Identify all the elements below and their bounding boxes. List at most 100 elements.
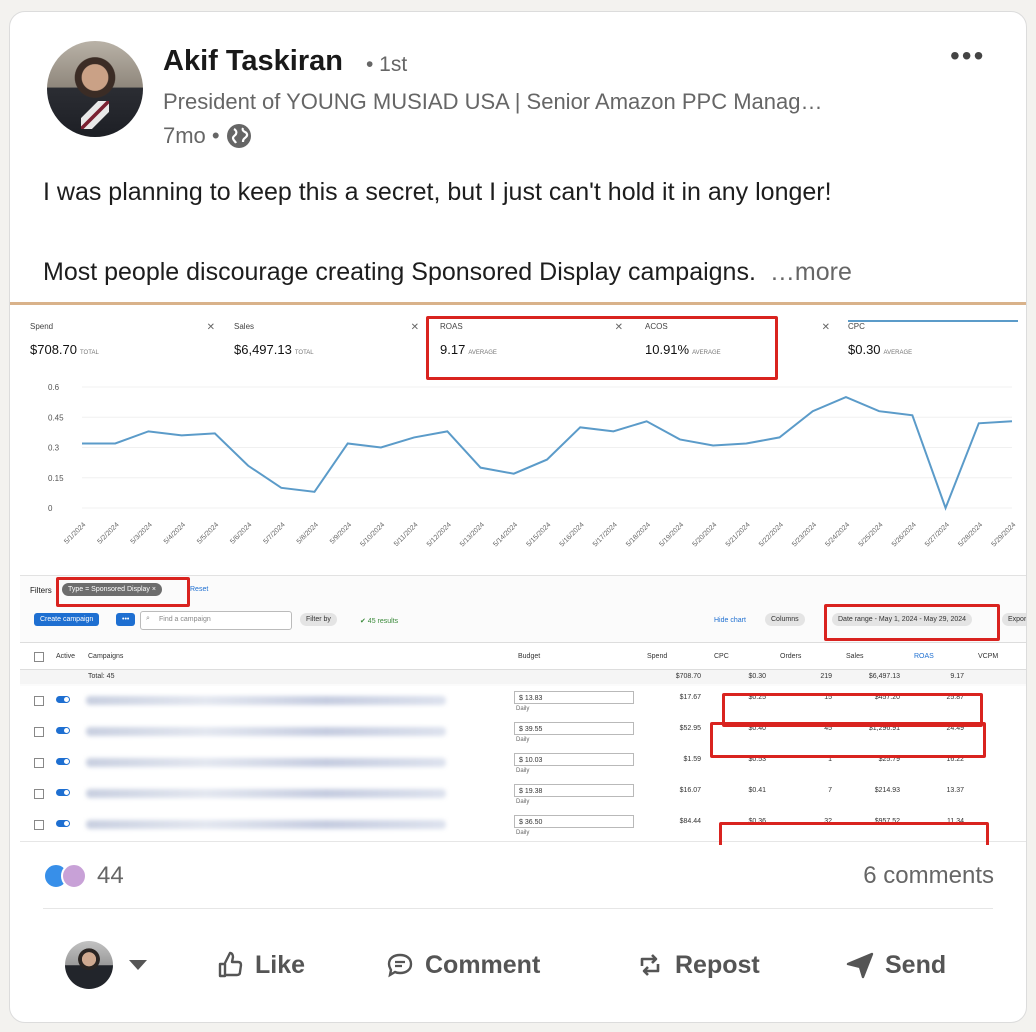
create-campaign-button[interactable]: Create campaign	[34, 613, 100, 626]
budget-input[interactable]: $ 39.55	[514, 722, 634, 735]
select-all-checkbox[interactable]	[34, 652, 44, 662]
metric-spend: Spend ✕ $708.70 TOTAL	[30, 322, 215, 366]
column-header[interactable]: VCPM	[978, 653, 998, 660]
reactions-summary[interactable]: 44	[43, 862, 124, 890]
x-tick-label: 5/24/2024	[824, 521, 851, 548]
more-actions-button[interactable]: •••	[116, 613, 136, 626]
author-headline: President of YOUNG MUSIAD USA | Senior A…	[163, 89, 823, 114]
budget-period: Daily	[516, 706, 530, 712]
budget-input[interactable]: $ 36.50	[514, 815, 634, 828]
support-reaction-icon	[61, 863, 87, 889]
active-toggle[interactable]	[56, 820, 70, 827]
x-tick-label: 5/22/2024	[758, 521, 785, 548]
metric-label: Spend	[30, 322, 54, 331]
y-tick-label: 0.45	[48, 413, 64, 422]
row-checkbox[interactable]	[34, 758, 44, 768]
column-header[interactable]: Sales	[846, 653, 864, 660]
reset-link[interactable]: Reset	[190, 586, 208, 593]
y-tick-label: 0.6	[48, 383, 60, 392]
repost-button[interactable]: Repost	[635, 937, 760, 993]
comments-count[interactable]: 6 comments	[863, 862, 994, 890]
filter-by-button[interactable]: Filter by	[300, 613, 337, 626]
post-meta: 7mo •	[163, 123, 252, 149]
column-header[interactable]: Active	[56, 653, 75, 660]
column-header[interactable]: Campaigns	[88, 653, 123, 660]
total-spend: $708.70	[675, 673, 701, 680]
active-toggle[interactable]	[56, 696, 70, 703]
x-tick-label: 5/1/2024	[63, 521, 87, 545]
search-input[interactable]: ⌕ Find a campaign	[140, 611, 292, 630]
post-line-1: I was planning to keep this a secret, bu…	[43, 178, 832, 206]
comment-button[interactable]: Comment	[385, 937, 540, 993]
column-header[interactable]: Orders	[780, 653, 801, 660]
x-tick-label: 5/15/2024	[525, 521, 552, 548]
x-tick-label: 5/14/2024	[492, 521, 519, 548]
post-image[interactable]: Spend ✕ $708.70 TOTAL Sales ✕ $6,497.13 TO…	[10, 302, 1026, 845]
x-tick-label: 5/13/2024	[459, 521, 486, 548]
repost-label: Repost	[675, 950, 760, 979]
highlight-box	[426, 316, 778, 380]
budget-input[interactable]: $ 10.03	[514, 753, 634, 766]
close-icon: ✕	[410, 322, 419, 333]
export-button[interactable]: Export	[1002, 613, 1026, 626]
close-icon: ✕	[821, 322, 830, 333]
row-checkbox[interactable]	[34, 789, 44, 799]
active-toggle[interactable]	[56, 789, 70, 796]
campaign-name-blurred[interactable]	[86, 727, 446, 736]
columns-button[interactable]: Columns	[765, 613, 805, 626]
like-button[interactable]: Like	[215, 937, 305, 993]
campaign-name-blurred[interactable]	[86, 789, 446, 798]
budget-period: Daily	[516, 737, 530, 743]
metric-type: AVERAGE	[883, 350, 913, 356]
connection-degree: • 1st	[366, 53, 408, 76]
y-tick-label: 0.3	[48, 444, 60, 453]
x-tick-label: 5/23/2024	[791, 521, 818, 548]
x-tick-label: 5/28/2024	[957, 521, 984, 548]
row-spend: $84.44	[679, 818, 701, 825]
budget-input[interactable]: $ 13.83	[514, 691, 634, 704]
table-row[interactable]: $ 19.38 Daily $16.07 $0.41 7 $214.93 13.37	[20, 779, 1026, 811]
active-toggle[interactable]	[56, 727, 70, 734]
x-tick-label: 5/26/2024	[891, 521, 918, 548]
x-tick-label: 5/9/2024	[329, 521, 353, 545]
x-tick-label: 5/25/2024	[858, 521, 885, 548]
send-button[interactable]: Send	[845, 937, 946, 993]
campaign-name-blurred[interactable]	[86, 696, 446, 705]
row-checkbox[interactable]	[34, 820, 44, 830]
more-options-icon[interactable]: •••	[950, 40, 985, 72]
send-icon	[846, 952, 874, 979]
column-header[interactable]: ROAS	[914, 653, 934, 660]
row-checkbox[interactable]	[34, 727, 44, 737]
post-time: 7mo •	[163, 123, 220, 148]
author-avatar[interactable]	[47, 41, 143, 137]
x-tick-label: 5/10/2024	[359, 521, 386, 548]
budget-input[interactable]: $ 19.38	[514, 784, 634, 797]
campaign-name-blurred[interactable]	[86, 820, 446, 829]
column-header[interactable]: CPC	[714, 653, 729, 660]
see-more-link[interactable]: …more	[770, 258, 852, 286]
y-tick-label: 0	[48, 504, 53, 513]
like-label: Like	[255, 950, 306, 979]
row-sales: $214.93	[874, 787, 900, 794]
close-icon: ✕	[206, 322, 215, 333]
total-cpc: $0.30	[748, 673, 766, 680]
metric-cpc: CPC $0.30 AVERAGE	[848, 320, 1018, 366]
hide-chart-link[interactable]: Hide chart	[714, 617, 746, 624]
x-tick-label: 5/3/2024	[130, 521, 154, 545]
column-header[interactable]: Spend	[647, 653, 667, 660]
column-header[interactable]: Budget	[518, 653, 540, 660]
post-as-selector[interactable]	[65, 937, 147, 993]
row-orders: 7	[828, 787, 832, 794]
row-checkbox[interactable]	[34, 696, 44, 706]
campaign-name-blurred[interactable]	[86, 758, 446, 767]
author-name[interactable]: Akif Taskiran	[163, 45, 343, 78]
row-spend: $52.95	[679, 725, 701, 732]
y-tick-label: 0.15	[48, 474, 64, 483]
post-card: Akif Taskiran • 1st President of YOUNG M…	[9, 11, 1027, 1023]
row-spend: $16.07	[679, 787, 701, 794]
filters-label: Filters	[30, 586, 52, 595]
search-placeholder: Find a campaign	[159, 616, 211, 623]
chevron-down-icon	[129, 960, 147, 970]
active-toggle[interactable]	[56, 758, 70, 765]
results-count: ✔ 45 results	[360, 618, 399, 625]
